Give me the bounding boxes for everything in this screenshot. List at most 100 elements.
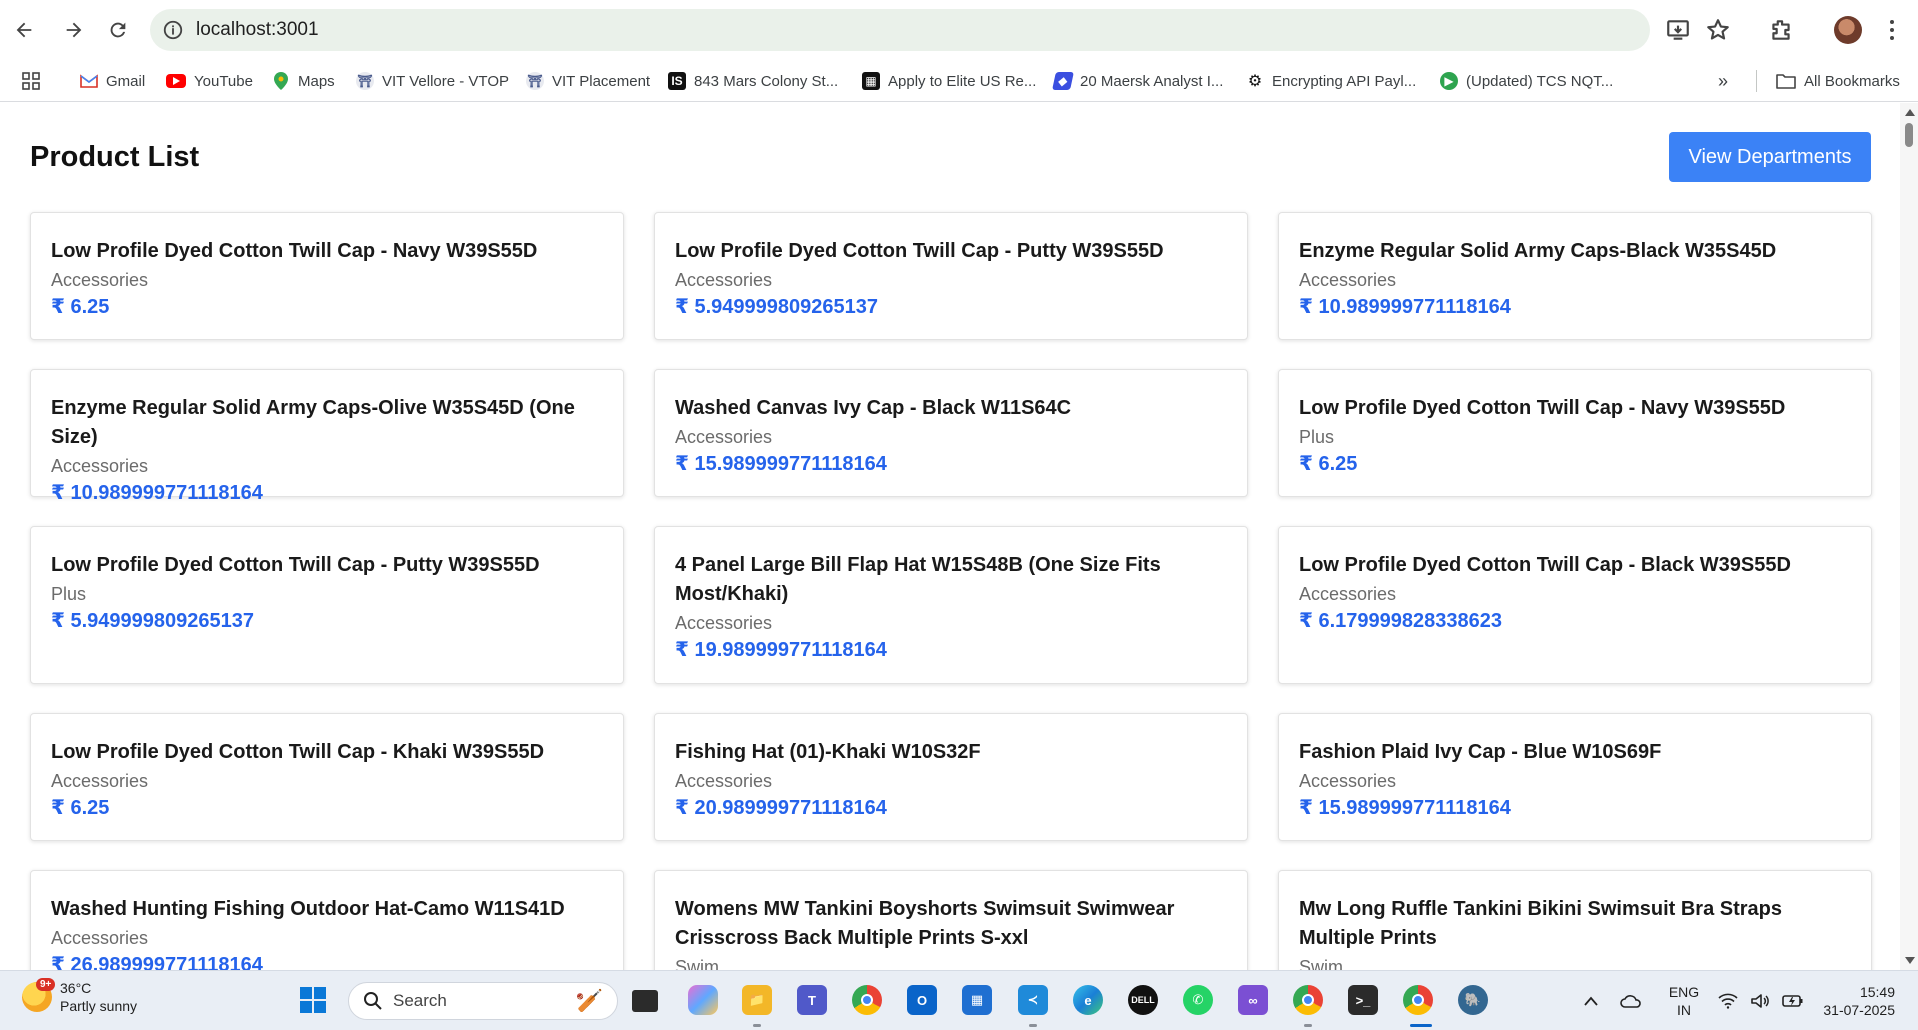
bookmark-maersk[interactable]: ◆ 20 Maersk Analyst I... bbox=[1052, 60, 1223, 102]
bookmark-youtube[interactable]: YouTube bbox=[166, 60, 253, 102]
site-icon: ▦ bbox=[862, 72, 880, 90]
active-indicator bbox=[1029, 1024, 1037, 1027]
chrome-profile-icon[interactable] bbox=[1293, 985, 1323, 1015]
more-bookmarks-button[interactable]: » bbox=[1718, 60, 1728, 102]
visual-studio-icon[interactable]: ∞ bbox=[1238, 985, 1268, 1015]
windows-taskbar: 9+ 36°C Partly sunny Search 🏏 📁 T O ▦ ≺ … bbox=[0, 970, 1918, 1030]
postgresql-icon[interactable]: 🐘 bbox=[1458, 985, 1488, 1015]
volume-icon bbox=[1751, 994, 1769, 1008]
product-price: ₹ 5.949999809265137 bbox=[51, 610, 254, 632]
product-price: ₹ 6.25 bbox=[51, 797, 110, 819]
bookmark-tcs-nqt[interactable]: ▶ (Updated) TCS NQT... bbox=[1440, 60, 1613, 102]
product-card[interactable]: Mw Long Ruffle Tankini Bikini Swimsuit B… bbox=[1278, 870, 1872, 970]
copilot-icon[interactable] bbox=[688, 985, 718, 1015]
dell-icon[interactable]: DELL bbox=[1128, 985, 1158, 1015]
edge-icon[interactable]: e bbox=[1073, 985, 1103, 1015]
windows-start-icon[interactable] bbox=[298, 985, 328, 1015]
product-category: Accessories bbox=[51, 270, 149, 290]
product-card[interactable]: Enzyme Regular Solid Army Caps-Olive W35… bbox=[30, 369, 624, 504]
bookmark-gmail[interactable]: Gmail bbox=[80, 60, 145, 102]
product-category: Swim bbox=[1299, 957, 1343, 970]
product-card[interactable]: Low Profile Dyed Cotton Twill Cap - Navy… bbox=[1278, 369, 1872, 497]
site-icon: ▶ bbox=[1440, 72, 1458, 90]
scroll-down-arrow-icon[interactable] bbox=[1905, 957, 1915, 964]
partly-sunny-icon: 9+ bbox=[22, 978, 56, 1012]
product-card[interactable]: Enzyme Regular Solid Army Caps-Black W35… bbox=[1278, 212, 1872, 340]
product-category: Plus bbox=[1299, 427, 1335, 447]
all-bookmarks-button[interactable]: All Bookmarks bbox=[1776, 60, 1900, 102]
page-title: Product List bbox=[30, 141, 200, 173]
product-category: Plus bbox=[51, 584, 87, 604]
whatsapp-icon[interactable]: ✆ bbox=[1183, 985, 1213, 1015]
product-price: ₹ 10.989999771118164 bbox=[51, 482, 263, 504]
terminal-icon[interactable]: >_ bbox=[1348, 985, 1378, 1015]
search-placeholder: Search bbox=[393, 991, 447, 1010]
page-scrollbar[interactable] bbox=[1900, 103, 1918, 970]
scroll-up-arrow-icon[interactable] bbox=[1905, 109, 1915, 116]
language-indicator[interactable]: ENG IN bbox=[1666, 983, 1702, 1019]
weather-widget[interactable]: 9+ 36°C Partly sunny bbox=[22, 978, 137, 1015]
more-menu-icon[interactable] bbox=[1888, 18, 1896, 42]
product-card[interactable]: Low Profile Dyed Cotton Twill Cap - Blac… bbox=[1278, 526, 1872, 684]
product-card[interactable]: Washed Canvas Ivy Cap - Black W11S64C Ac… bbox=[654, 369, 1248, 497]
vscode-icon[interactable]: ≺ bbox=[1018, 985, 1048, 1015]
product-card[interactable]: Low Profile Dyed Cotton Twill Cap - Khak… bbox=[30, 713, 624, 841]
profile-avatar[interactable] bbox=[1834, 16, 1862, 44]
product-name: Low Profile Dyed Cotton Twill Cap - Putt… bbox=[51, 554, 540, 576]
chrome-active-icon[interactable] bbox=[1403, 985, 1433, 1015]
install-app-icon[interactable] bbox=[1665, 17, 1691, 43]
search-icon bbox=[364, 992, 382, 1010]
system-clock[interactable]: 15:49 31-07-2025 bbox=[1815, 983, 1895, 1019]
product-category: Accessories bbox=[51, 928, 149, 948]
forward-button[interactable] bbox=[56, 12, 92, 48]
url-text[interactable]: localhost:3001 bbox=[196, 19, 319, 41]
youtube-icon bbox=[166, 74, 186, 88]
taskbar-search[interactable]: Search 🏏 bbox=[348, 982, 618, 1020]
product-name: Enzyme Regular Solid Army Caps-Black W35… bbox=[1299, 240, 1777, 262]
view-departments-button[interactable]: View Departments bbox=[1669, 132, 1871, 182]
extensions-icon[interactable] bbox=[1768, 17, 1794, 43]
bookmark-maps[interactable]: Maps bbox=[272, 60, 335, 102]
teams-icon[interactable]: T bbox=[797, 985, 827, 1015]
maps-icon bbox=[272, 72, 290, 90]
outlook-icon[interactable]: O bbox=[907, 985, 937, 1015]
active-indicator bbox=[1410, 1024, 1432, 1027]
onedrive-icon[interactable] bbox=[1620, 971, 1642, 1030]
product-card[interactable]: Womens MW Tankini Boyshorts Swimsuit Swi… bbox=[654, 870, 1248, 970]
site-icon: ◆ bbox=[1052, 72, 1074, 90]
product-card[interactable]: Washed Hunting Fishing Outdoor Hat-Camo … bbox=[30, 870, 624, 970]
bookmark-star-icon[interactable] bbox=[1705, 17, 1731, 43]
active-indicator bbox=[753, 1024, 761, 1027]
page-content: Product List View Departments Low Profil… bbox=[0, 103, 1900, 970]
notification-badge: 9+ bbox=[36, 978, 56, 991]
scroll-thumb[interactable] bbox=[1905, 123, 1913, 147]
site-info-icon[interactable] bbox=[162, 19, 184, 41]
reload-button[interactable] bbox=[100, 12, 136, 48]
bookmark-encrypting-api[interactable]: ⚙ Encrypting API Payl... bbox=[1246, 60, 1416, 102]
product-card[interactable]: Low Profile Dyed Cotton Twill Cap - Navy… bbox=[30, 212, 624, 340]
product-card[interactable]: Low Profile Dyed Cotton Twill Cap - Putt… bbox=[30, 526, 624, 684]
bookmark-mars-colony[interactable]: IS 843 Mars Colony St... bbox=[668, 60, 838, 102]
system-tray[interactable] bbox=[1718, 971, 1804, 1030]
bookmark-elite-us[interactable]: ▦ Apply to Elite US Re... bbox=[862, 60, 1036, 102]
product-card[interactable]: Low Profile Dyed Cotton Twill Cap - Putt… bbox=[654, 212, 1248, 340]
product-name: Low Profile Dyed Cotton Twill Cap - Khak… bbox=[51, 741, 545, 763]
back-button[interactable] bbox=[6, 12, 42, 48]
vit-icon: ⛩ bbox=[526, 72, 544, 90]
bookmark-vit-placement[interactable]: ⛩ VIT Placement bbox=[526, 60, 650, 102]
task-view-icon[interactable] bbox=[632, 990, 658, 1012]
product-card[interactable]: Fishing Hat (01)-Khaki W10S32F Accessori… bbox=[654, 713, 1248, 841]
product-card[interactable]: Fashion Plaid Ivy Cap - Blue W10S69F Acc… bbox=[1278, 713, 1872, 841]
address-bar[interactable]: localhost:3001 bbox=[150, 9, 1650, 51]
microsoft-store-icon[interactable]: ▦ bbox=[962, 985, 992, 1015]
product-name: Low Profile Dyed Cotton Twill Cap - Putt… bbox=[675, 240, 1164, 262]
reload-icon bbox=[110, 22, 126, 38]
file-explorer-icon[interactable]: 📁 bbox=[742, 985, 772, 1015]
bookmark-vit-vtop[interactable]: ⛩ VIT Vellore - VTOP bbox=[356, 60, 509, 102]
vit-icon: ⛩ bbox=[356, 72, 374, 90]
show-hidden-icons[interactable] bbox=[1584, 971, 1598, 1030]
chrome-icon[interactable] bbox=[852, 985, 882, 1015]
product-name: Fishing Hat (01)-Khaki W10S32F bbox=[675, 741, 981, 763]
apps-button[interactable] bbox=[22, 60, 40, 102]
product-card[interactable]: 4 Panel Large Bill Flap Hat W15S48B (One… bbox=[654, 526, 1248, 684]
